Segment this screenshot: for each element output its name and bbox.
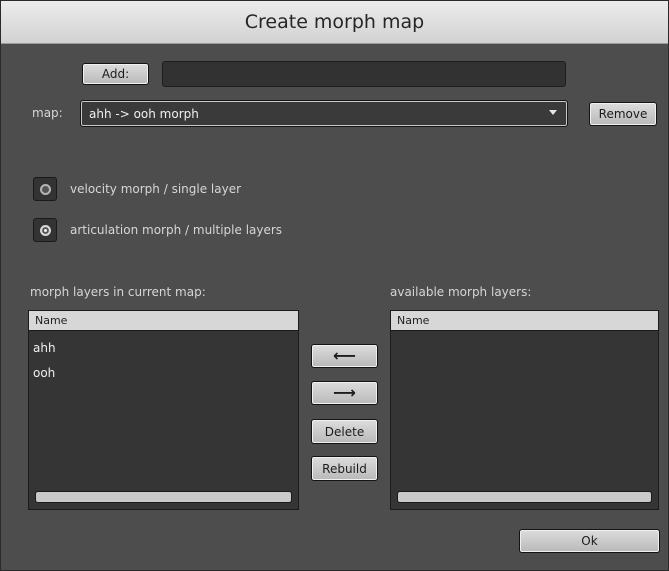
available-layers-heading: available morph layers: xyxy=(390,285,532,299)
radio-label-velocity: velocity morph / single layer xyxy=(70,182,242,196)
chevron-down-icon xyxy=(549,110,557,115)
horizontal-scrollbar[interactable] xyxy=(397,491,652,503)
ok-button[interactable]: Ok xyxy=(519,529,660,553)
available-layers-list[interactable]: Name xyxy=(390,310,659,510)
list-item[interactable]: ooh xyxy=(33,366,55,380)
window-title: Create morph map xyxy=(1,1,668,44)
arrow-left-icon: ⟵ xyxy=(333,346,356,365)
arrow-right-icon: ⟶ xyxy=(333,383,356,402)
radio-button[interactable] xyxy=(33,177,57,201)
column-header-name[interactable]: Name xyxy=(391,311,658,331)
current-layers-heading: morph layers in current map: xyxy=(30,285,206,299)
create-morph-map-dialog: Create morph map Add: map: ahh -> ooh mo… xyxy=(0,0,669,571)
map-selected-value: ahh -> ooh morph xyxy=(89,106,199,121)
map-select[interactable]: ahh -> ooh morph xyxy=(80,100,568,127)
map-label: map: xyxy=(32,106,63,120)
rebuild-button[interactable]: Rebuild xyxy=(311,456,378,481)
move-to-available-button[interactable]: ⟵ xyxy=(311,344,378,368)
radio-button[interactable] xyxy=(33,218,57,242)
column-header-name[interactable]: Name xyxy=(29,311,298,331)
radio-indicator-selected xyxy=(39,224,51,236)
delete-button[interactable]: Delete xyxy=(311,419,378,444)
remove-button[interactable]: Remove xyxy=(589,102,657,126)
move-to-current-button[interactable]: ⟶ xyxy=(311,381,378,405)
horizontal-scrollbar[interactable] xyxy=(35,491,292,503)
add-button[interactable]: Add: xyxy=(82,63,149,85)
current-layers-list[interactable]: Name ahh ooh xyxy=(28,310,299,510)
list-item[interactable]: ahh xyxy=(33,341,56,355)
radio-indicator xyxy=(39,183,51,195)
add-name-input[interactable] xyxy=(162,61,566,87)
radio-label-articulation: articulation morph / multiple layers xyxy=(70,223,283,237)
